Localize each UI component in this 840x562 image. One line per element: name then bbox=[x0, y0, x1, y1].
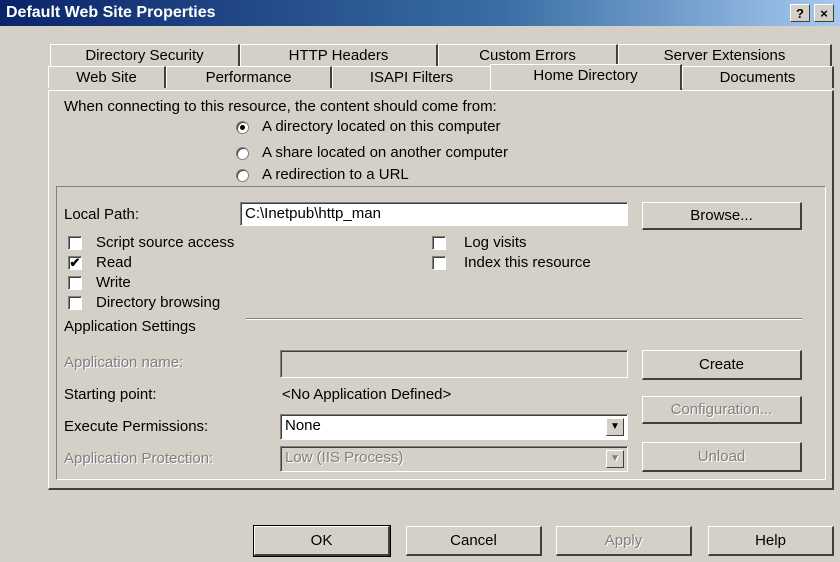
radio-url-redirect[interactable] bbox=[236, 169, 249, 182]
local-path-input[interactable]: C:\Inetpub\http_man bbox=[240, 202, 628, 226]
application-name-input[interactable] bbox=[280, 350, 628, 378]
radio-local-directory[interactable] bbox=[236, 121, 249, 134]
window-title: Default Web Site Properties bbox=[6, 4, 216, 21]
create-button[interactable]: Create bbox=[642, 350, 802, 380]
execute-permissions-select[interactable]: None bbox=[280, 414, 628, 440]
read-label[interactable]: Read bbox=[96, 254, 132, 271]
tab-directory-security[interactable]: Directory Security bbox=[50, 44, 240, 66]
close-button[interactable]: × bbox=[814, 4, 834, 22]
tab-documents[interactable]: Documents bbox=[682, 66, 834, 88]
application-protection-value: Low (IIS Process) bbox=[285, 449, 404, 466]
tab-home-directory[interactable]: Home Directory bbox=[490, 64, 682, 90]
index-resource-label[interactable]: Index this resource bbox=[464, 254, 591, 271]
configuration-button[interactable]: Configuration... bbox=[642, 396, 802, 424]
application-protection-label: Application Protection: bbox=[64, 450, 214, 467]
write-checkbox[interactable] bbox=[68, 276, 82, 290]
write-label[interactable]: Write bbox=[96, 274, 131, 291]
ok-button[interactable]: OK bbox=[253, 525, 391, 557]
radio-network-share-label[interactable]: A share located on another computer bbox=[262, 144, 508, 161]
help-button[interactable]: ? bbox=[790, 4, 810, 22]
tab-performance[interactable]: Performance bbox=[166, 66, 332, 88]
content-source-prompt: When connecting to this resource, the co… bbox=[64, 98, 497, 115]
read-checkbox[interactable]: ✔ bbox=[68, 256, 82, 270]
radio-url-redirect-label[interactable]: A redirection to a URL bbox=[262, 166, 409, 183]
radio-network-share[interactable] bbox=[236, 147, 249, 160]
help-footer-button[interactable]: Help bbox=[708, 526, 834, 556]
index-resource-checkbox[interactable] bbox=[432, 256, 446, 270]
tab-server-extensions[interactable]: Server Extensions bbox=[618, 44, 832, 66]
script-source-access-checkbox[interactable] bbox=[68, 236, 82, 250]
radio-selected-dot bbox=[240, 125, 245, 130]
unload-button[interactable]: Unload bbox=[642, 442, 802, 472]
browse-button[interactable]: Browse... bbox=[642, 202, 802, 230]
radio-local-directory-label[interactable]: A directory located on this computer bbox=[262, 118, 500, 135]
tab-web-site[interactable]: Web Site bbox=[48, 66, 166, 88]
cancel-button[interactable]: Cancel bbox=[406, 526, 542, 556]
title-bar[interactable]: Default Web Site Properties ? × bbox=[0, 0, 840, 26]
execute-permissions-label: Execute Permissions: bbox=[64, 418, 209, 435]
apply-button[interactable]: Apply bbox=[556, 526, 692, 556]
log-visits-checkbox[interactable] bbox=[432, 236, 446, 250]
application-name-label: Application name: bbox=[64, 354, 184, 371]
local-path-label: Local Path: bbox=[64, 206, 140, 223]
tab-http-headers[interactable]: HTTP Headers bbox=[240, 44, 438, 66]
log-visits-label[interactable]: Log visits bbox=[464, 234, 527, 251]
execute-permissions-dropdown-icon[interactable]: ▼ bbox=[606, 418, 624, 436]
application-settings-heading: Application Settings bbox=[64, 318, 196, 335]
application-protection-select[interactable]: Low (IIS Process) bbox=[280, 446, 628, 472]
script-source-access-label[interactable]: Script source access bbox=[96, 234, 234, 251]
application-settings-separator bbox=[246, 318, 802, 320]
application-protection-dropdown-icon[interactable]: ▼ bbox=[606, 450, 624, 468]
starting-point-label: Starting point: bbox=[64, 386, 157, 403]
directory-browsing-checkbox[interactable] bbox=[68, 296, 82, 310]
starting-point-value: <No Application Defined> bbox=[282, 386, 452, 403]
tab-isapi-filters[interactable]: ISAPI Filters bbox=[332, 66, 492, 88]
execute-permissions-value: None bbox=[285, 417, 321, 434]
directory-browsing-label[interactable]: Directory browsing bbox=[96, 294, 220, 311]
tab-custom-errors[interactable]: Custom Errors bbox=[438, 44, 618, 66]
check-mark-icon: ✔ bbox=[69, 255, 81, 270]
